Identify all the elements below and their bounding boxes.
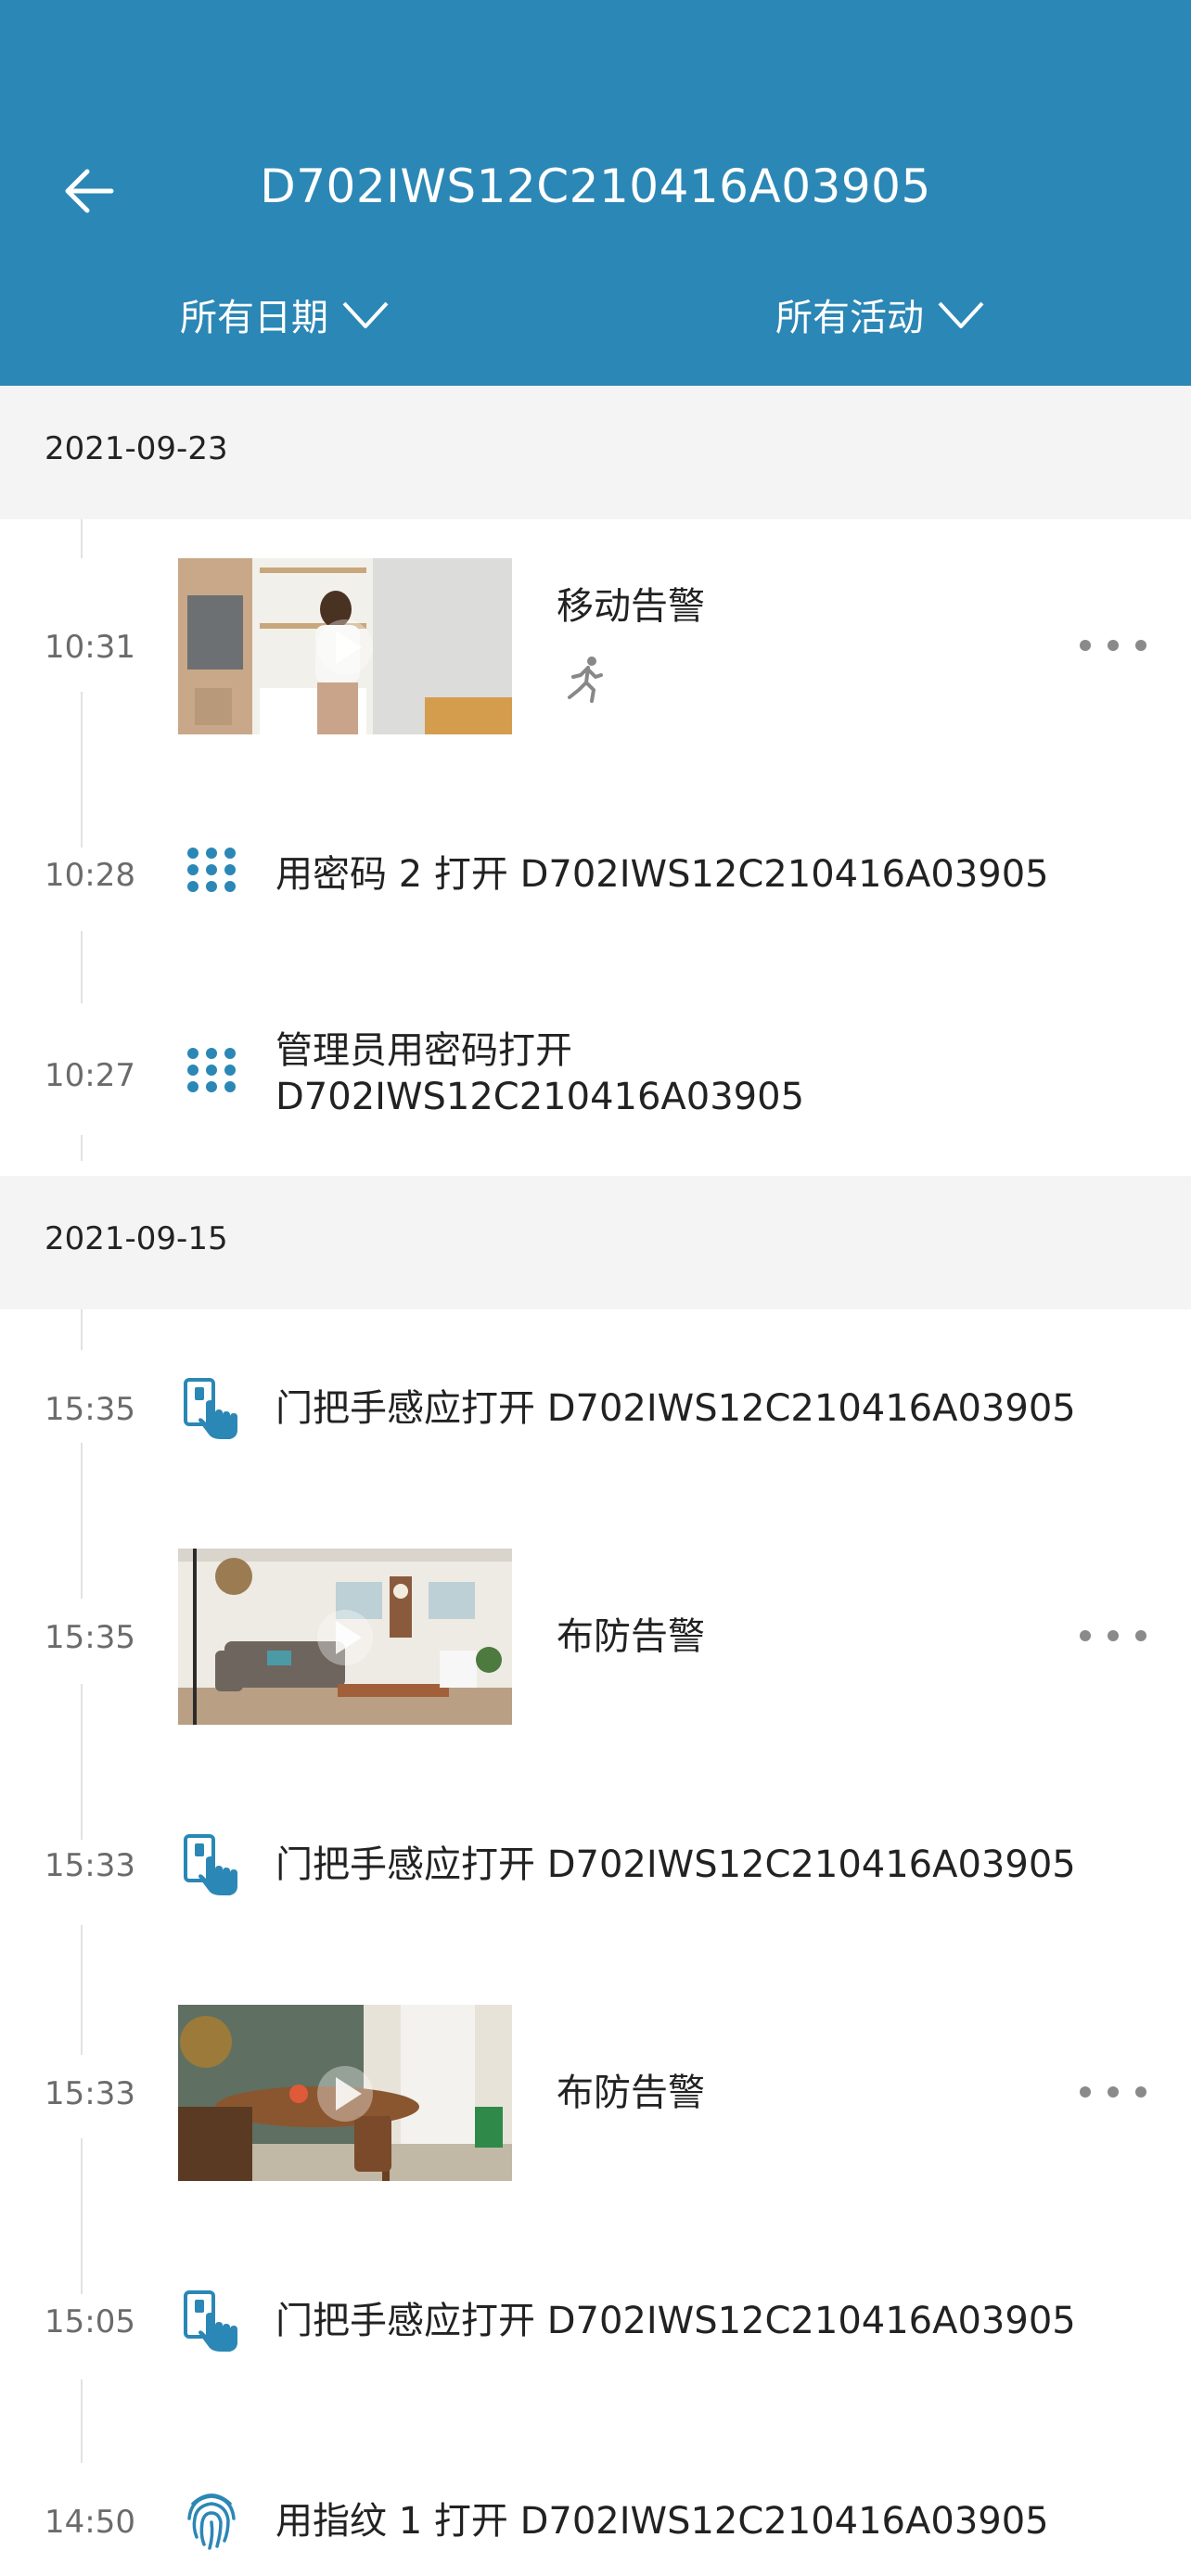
date-label: 2021-09-15 [45,1220,228,1257]
timeline-line [81,1925,83,2055]
chevron-down-icon [938,301,984,328]
keypad-icon [187,1048,236,1092]
event-description-line1: 管理员用密码打开 [275,1029,572,1072]
timeline-line [81,1135,83,1161]
event-title: 移动告警 [557,585,705,628]
timeline-line [81,2138,83,2294]
hand-touch-icon [184,2290,237,2352]
event-title: 布防告警 [557,1615,705,1658]
timeline-line [81,1684,83,1840]
event-time: 15:35 [45,1391,135,1428]
event-title: 布防告警 [557,2072,705,2114]
event-description: 用密码 2 打开 D702IWS12C210416A03905 [275,853,1049,896]
activity-filter-label: 所有活动 [775,297,924,339]
event-description: 门把手感应打开 D702IWS12C210416A03905 [275,1843,1076,1886]
date-filter-dropdown[interactable]: 所有日期 [180,287,390,341]
timeline-line [81,931,83,1003]
date-section-header: 2021-09-23 [0,386,1191,519]
event-description: 用指纹 1 打开 D702IWS12C210416A03905 [275,2500,1049,2543]
video-thumbnail[interactable] [178,2005,512,2181]
date-label: 2021-09-23 [45,430,228,467]
event-description: 门把手感应打开 D702IWS12C210416A03905 [275,1387,1076,1430]
event-time: 14:50 [45,2504,135,2541]
running-person-icon [568,657,603,703]
page-title: D702IWS12C210416A03905 [260,159,931,213]
more-options-button[interactable] [1074,627,1152,664]
timeline-line [81,2379,83,2463]
event-time: 15:05 [45,2303,135,2340]
video-thumbnail[interactable] [178,1549,512,1725]
date-section-header: 2021-09-15 [0,1176,1191,1309]
chevron-down-icon [342,301,389,328]
more-options-button[interactable] [1074,1617,1152,1654]
app-header: D702IWS12C210416A03905 所有日期 所有活动 [0,0,1191,386]
keypad-icon [187,848,236,892]
activity-filter-dropdown[interactable]: 所有活动 [775,287,985,341]
date-filter-label: 所有日期 [180,297,328,339]
event-timeline[interactable]: 2021-09-23 10:31 移动告警 10:28 用密码 2 打开 D70… [0,386,1191,2576]
fingerprint-icon [187,2493,236,2550]
event-time: 10:28 [45,857,135,894]
timeline-line [81,1443,83,1599]
event-time: 10:31 [45,629,135,666]
timeline-line [81,692,83,848]
event-description: 门把手感应打开 D702IWS12C210416A03905 [275,2300,1076,2342]
timeline-line [81,1309,83,1350]
hand-touch-icon [184,1378,237,1439]
event-time: 10:27 [45,1057,135,1094]
event-description-line2: D702IWS12C210416A03905 [275,1076,805,1118]
event-time: 15:35 [45,1619,135,1656]
video-thumbnail[interactable] [178,558,512,734]
more-options-button[interactable] [1074,2073,1152,2111]
timeline-line [81,519,83,558]
hand-touch-icon [184,1834,237,1895]
event-time: 15:33 [45,2075,135,2112]
event-time: 15:33 [45,1847,135,1884]
